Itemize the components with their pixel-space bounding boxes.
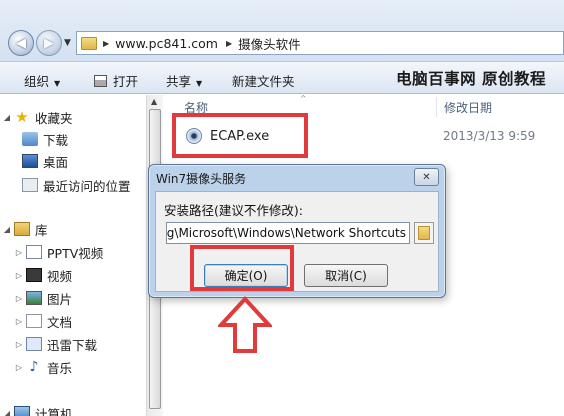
highlight-box-file — [172, 113, 308, 158]
nav-downloads[interactable]: 下载 — [22, 129, 68, 149]
install-path-input[interactable]: ing\Microsoft\Windows\Network Shortcuts — [166, 222, 410, 244]
back-arrow-icon: ◀ — [16, 35, 26, 51]
pointer-arrow-icon — [218, 296, 272, 353]
navigation-pane: ◢ ★ 收藏夹 下载 桌面 最近访问的位置 ◢ 库 ▷ PPTV视频 ▷ 视频 … — [0, 95, 146, 416]
chevron-down-icon: ▼ — [196, 79, 203, 88]
nav-music[interactable]: ▷ ♪ 音乐 — [12, 357, 72, 377]
downloads-icon — [22, 132, 38, 146]
nav-documents-label: 文档 — [47, 314, 73, 330]
video-icon — [26, 268, 42, 282]
nav-favorites[interactable]: ◢ ★ 收藏夹 — [0, 107, 73, 127]
command-bar: 组织 ▼ 打开 共享 ▼ 新建文件夹 电脑百事网 原创教程 — [0, 62, 564, 94]
nav-recent-places[interactable]: 最近访问的位置 — [22, 175, 131, 195]
nav-xunlei[interactable]: ▷ 迅雷下载 — [12, 334, 97, 354]
open-icon — [94, 75, 107, 87]
desktop-icon — [22, 154, 38, 168]
nav-desktop[interactable]: 桌面 — [22, 151, 68, 171]
nav-xunlei-label: 迅雷下载 — [47, 337, 98, 353]
nav-pptv-label: PPTV视频 — [47, 245, 104, 261]
install-path-value: ing\Microsoft\Windows\Network Shortcuts — [166, 226, 406, 240]
recent-pages-dropdown[interactable]: ▼ — [64, 38, 71, 48]
open-label: 打开 — [113, 74, 139, 89]
collapse-icon[interactable]: ◢ — [0, 409, 14, 416]
close-icon: ✕ — [422, 171, 431, 183]
column-modified-label: 修改日期 — [444, 100, 493, 115]
address-box[interactable]: ▶ www.pc841.com ▶ 摄像头软件 — [76, 31, 564, 55]
organize-button[interactable]: 组织 ▼ — [24, 71, 60, 90]
nav-videos-label: 视频 — [47, 268, 73, 284]
expand-icon[interactable]: ▷ — [12, 248, 26, 257]
nav-downloads-label: 下载 — [43, 132, 69, 148]
nav-pictures-label: 图片 — [47, 291, 73, 307]
expand-icon[interactable]: ▷ — [12, 271, 26, 280]
nav-documents[interactable]: ▷ 文档 — [12, 311, 72, 331]
column-header-modified[interactable]: 修改日期 — [444, 95, 492, 119]
xunlei-download-icon — [26, 337, 42, 351]
share-button[interactable]: 共享 ▼ — [166, 71, 202, 90]
chevron-right-icon[interactable]: ▶ — [103, 39, 109, 48]
nav-videos[interactable]: ▷ 视频 — [12, 265, 72, 285]
back-button[interactable]: ◀ — [8, 30, 34, 56]
expand-icon[interactable]: ▷ — [12, 294, 26, 303]
install-path-label: 安装路径(建议不作修改): — [164, 203, 303, 218]
pictures-icon — [26, 291, 42, 305]
pptv-video-icon — [26, 245, 42, 259]
new-folder-label: 新建文件夹 — [232, 74, 295, 89]
nav-pptv[interactable]: ▷ PPTV视频 — [12, 242, 103, 262]
address-bar-area: ◀ ▶ ▼ ▶ www.pc841.com ▶ 摄像头软件 — [0, 0, 564, 62]
collapse-icon[interactable]: ◢ — [0, 225, 14, 234]
folder-icon — [81, 36, 97, 50]
breadcrumb-site[interactable]: www.pc841.com — [115, 36, 218, 51]
browse-folder-button[interactable] — [414, 222, 434, 244]
nav-pictures[interactable]: ▷ 图片 — [12, 288, 72, 308]
documents-icon — [26, 314, 42, 328]
computer-icon — [14, 406, 30, 416]
nav-recent-label: 最近访问的位置 — [43, 178, 131, 194]
nav-libraries[interactable]: ◢ 库 — [0, 219, 48, 239]
nav-music-label: 音乐 — [47, 360, 73, 376]
new-folder-button[interactable]: 新建文件夹 — [232, 71, 295, 90]
dialog-title: Win7摄像头服务 — [156, 172, 247, 186]
recent-places-icon — [22, 178, 38, 192]
open-button[interactable]: 打开 — [94, 71, 138, 90]
collapse-icon[interactable]: ◢ — [0, 113, 14, 122]
organize-label: 组织 — [24, 74, 50, 89]
highlight-box-ok — [190, 245, 294, 291]
forward-arrow-icon: ▶ — [44, 35, 54, 51]
nav-computer-label: 计算机 — [35, 406, 73, 416]
star-icon: ★ — [15, 108, 29, 126]
dialog-close-button[interactable]: ✕ — [414, 168, 439, 186]
nav-desktop-label: 桌面 — [43, 154, 69, 170]
sort-ascending-icon: ^ — [300, 94, 307, 103]
expand-icon[interactable]: ▷ — [12, 340, 26, 349]
nav-libraries-label: 库 — [35, 222, 48, 238]
chevron-down-icon: ▼ — [54, 79, 61, 88]
folder-icon — [418, 226, 430, 240]
scroll-up-icon[interactable]: ▲ — [151, 97, 157, 106]
library-icon — [14, 222, 30, 236]
share-label: 共享 — [166, 74, 192, 89]
expand-icon[interactable]: ▷ — [12, 317, 26, 326]
nav-favorites-label: 收藏夹 — [35, 110, 73, 126]
forward-button[interactable]: ▶ — [36, 30, 62, 56]
file-modified-date: 2013/3/13 9:59 — [443, 129, 536, 143]
watermark-text: 电脑百事网 原创教程 — [396, 70, 546, 88]
expand-icon[interactable]: ▷ — [12, 363, 26, 372]
cancel-button[interactable]: 取消(C) — [304, 264, 388, 287]
chevron-right-icon[interactable]: ▶ — [226, 39, 232, 48]
music-note-icon: ♪ — [29, 359, 39, 375]
nav-computer[interactable]: ◢ 计算机 — [0, 403, 73, 416]
column-divider[interactable] — [436, 97, 437, 117]
breadcrumb-folder[interactable]: 摄像头软件 — [238, 34, 301, 53]
